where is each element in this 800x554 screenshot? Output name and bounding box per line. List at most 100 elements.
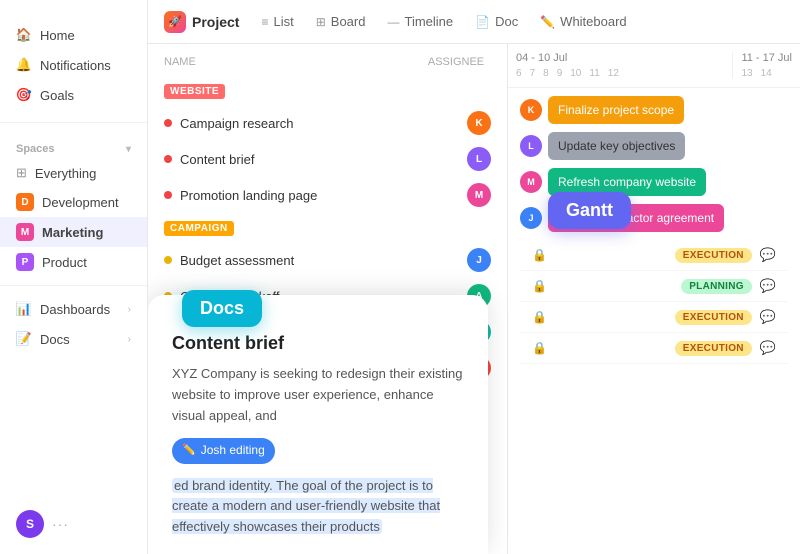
chat-icon: 💬: [760, 340, 776, 356]
avatar: K: [520, 99, 542, 121]
task-name: Promotion landing page: [180, 188, 459, 203]
day: 7: [530, 68, 536, 79]
more-options: ···: [52, 516, 69, 532]
sidebar-item-home[interactable]: 🏠 Home: [0, 20, 147, 50]
lock-icon: 🔒: [532, 310, 547, 324]
user-area[interactable]: S ···: [0, 510, 147, 538]
tab-whiteboard[interactable]: ✏️ Whiteboard: [530, 8, 636, 35]
gantt-status-row: 🔒 PLANNING 💬: [520, 271, 788, 302]
gantt-bar: Update key objectives: [548, 132, 685, 160]
sidebar-item-label: Home: [40, 28, 75, 43]
sidebar-item-dashboards[interactable]: 📊 Dashboards ›: [0, 294, 147, 324]
gantt-panel: 04 - 10 Jul 6 7 8 9 10 11 12 11 - 17 Jul…: [508, 44, 800, 554]
gantt-status-row: 🔒 EXECUTION 💬: [520, 333, 788, 364]
gantt-label-badge: Gantt: [548, 192, 631, 229]
table-row[interactable]: Content brief L: [148, 141, 507, 177]
section-label-website: WEBSITE: [164, 84, 225, 99]
day: 13: [741, 68, 752, 79]
sidebar: 🏠 Home 🔔 Notifications 🎯 Goals Spaces ▾ …: [0, 0, 148, 554]
dashboard-icon: 📊: [16, 301, 32, 317]
docs-popup-text: XYZ Company is seeking to redesign their…: [172, 364, 464, 538]
space-avatar: M: [16, 223, 34, 241]
day: 8: [543, 68, 549, 79]
sidebar-item-label: Product: [42, 255, 87, 270]
docs-popup: Docs Content brief XYZ Company is seekin…: [148, 295, 488, 554]
sidebar-item-label: Notifications: [40, 58, 111, 73]
header-tabs: ≡ List ⊞ Board — Timeline 📄 Doc ✏️ White…: [251, 8, 784, 35]
doc-icon: 📄: [475, 15, 490, 29]
home-icon: 🏠: [16, 27, 32, 43]
lock-icon: 🔒: [532, 248, 547, 262]
sidebar-item-everything[interactable]: ⊞ Everything: [0, 159, 147, 187]
whiteboard-icon: ✏️: [540, 15, 555, 29]
highlighted-text: ed brand identity. The goal of the proje…: [172, 478, 440, 535]
tab-list[interactable]: ≡ List: [251, 8, 303, 35]
day: 10: [570, 68, 581, 79]
status-dot: [164, 191, 172, 199]
day: 14: [761, 68, 772, 79]
gantt-bar-row: L Update key objectives: [520, 132, 788, 160]
gantt-header: 04 - 10 Jul 6 7 8 9 10 11 12 11 - 17 Jul…: [508, 44, 800, 88]
tab-doc[interactable]: 📄 Doc: [465, 8, 528, 35]
lock-icon: 🔒: [532, 341, 547, 355]
tab-board[interactable]: ⊞ Board: [306, 8, 376, 35]
sidebar-item-goals[interactable]: 🎯 Goals: [0, 80, 147, 110]
tab-timeline[interactable]: — Timeline: [377, 8, 463, 35]
status-badge: EXECUTION: [675, 310, 752, 325]
status-dot: [164, 256, 172, 264]
sidebar-item-label: Development: [42, 195, 119, 210]
board-icon: ⊞: [316, 15, 326, 29]
column-headers: NAME ASSIGNEE: [148, 56, 507, 76]
list-icon: ≡: [261, 15, 268, 29]
task-name: Budget assessment: [180, 253, 459, 268]
col-name-header: NAME: [164, 56, 421, 68]
week-label-2: 11 - 17 Jul: [741, 52, 792, 64]
avatar: L: [467, 147, 491, 171]
sidebar-item-label: Dashboards: [40, 302, 110, 317]
sidebar-item-label: Marketing: [42, 225, 103, 240]
gantt-status-row: 🔒 EXECUTION 💬: [520, 240, 788, 271]
table-row[interactable]: Campaign research K: [148, 105, 507, 141]
docs-badge: Docs: [182, 290, 262, 327]
spaces-section-title: Spaces ▾: [0, 131, 147, 159]
space-avatar: D: [16, 193, 34, 211]
divider: [0, 122, 147, 123]
chat-icon: 💬: [760, 309, 776, 325]
sidebar-item-product[interactable]: P Product: [0, 247, 147, 277]
chevron-right-icon: ›: [128, 304, 131, 315]
sidebar-item-notifications[interactable]: 🔔 Notifications: [0, 50, 147, 80]
docs-icon: 📝: [16, 331, 32, 347]
sidebar-item-development[interactable]: D Development: [0, 187, 147, 217]
editing-badge: ✏️ Josh editing: [172, 438, 275, 463]
gantt-bar: Finalize project scope: [548, 96, 684, 124]
status-rows: 🔒 EXECUTION 💬 🔒 PLANNING 💬 🔒: [520, 240, 788, 364]
day: 12: [608, 68, 619, 79]
sidebar-item-label: Everything: [35, 166, 96, 181]
day: 11: [589, 68, 599, 79]
section-label-campaign: CAMPAIGN: [164, 221, 234, 236]
sidebar-item-label: Docs: [40, 332, 70, 347]
status-badge: EXECUTION: [675, 248, 752, 263]
week-label-1: 04 - 10 Jul: [516, 52, 724, 64]
avatar: M: [467, 183, 491, 207]
task-name: Content brief: [180, 152, 459, 167]
day: 6: [516, 68, 522, 79]
space-avatar: P: [16, 253, 34, 271]
status-badge: PLANNING: [681, 279, 752, 294]
chevron-right-icon: ›: [128, 334, 131, 345]
status-dot: [164, 155, 172, 163]
gantt-bars: K Finalize project scope L Update key ob…: [508, 88, 800, 372]
col-assignee-header: ASSIGNEE: [421, 56, 491, 68]
avatar: M: [520, 171, 542, 193]
avatar: S: [16, 510, 44, 538]
pencil-icon: ✏️: [182, 442, 196, 460]
day: 9: [557, 68, 563, 79]
avatar: K: [467, 111, 491, 135]
chevron-icon: ▾: [126, 144, 131, 155]
chat-icon: 💬: [760, 247, 776, 263]
project-title: 🚀 Project: [164, 11, 239, 33]
table-row[interactable]: Budget assessment J: [148, 242, 507, 278]
table-row[interactable]: Promotion landing page M: [148, 177, 507, 213]
sidebar-item-marketing[interactable]: M Marketing: [0, 217, 147, 247]
sidebar-item-docs[interactable]: 📝 Docs ›: [0, 324, 147, 354]
